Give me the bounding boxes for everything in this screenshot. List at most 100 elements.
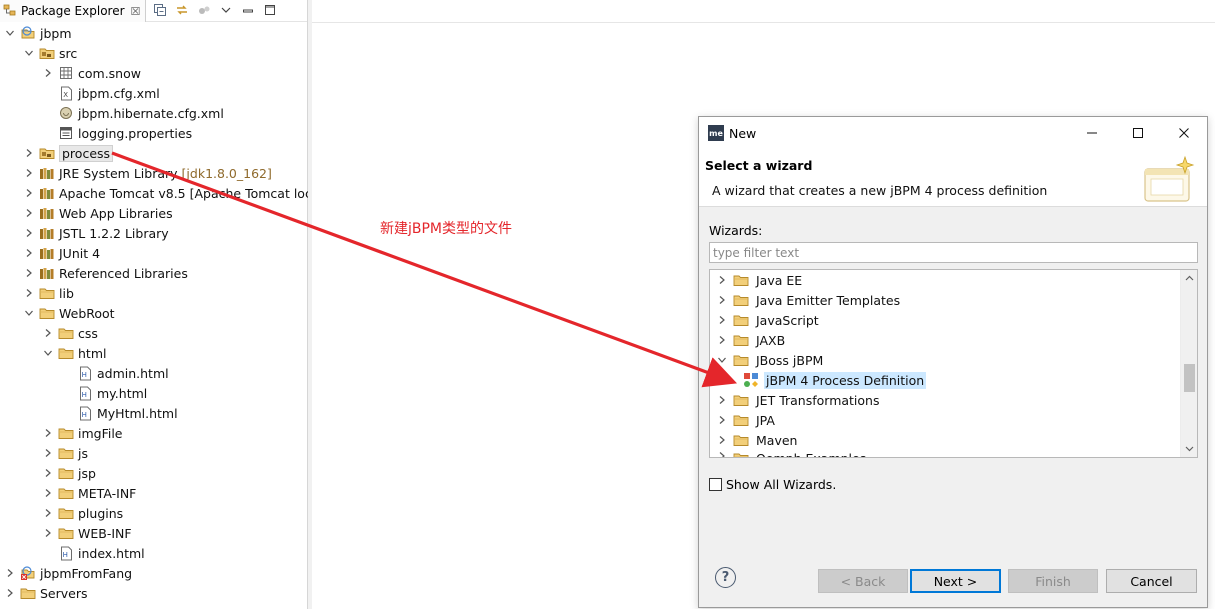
scroll-down-icon[interactable]	[1181, 441, 1197, 457]
tree-item[interactable]: WEB-INF	[0, 523, 308, 543]
chevron-right-icon[interactable]	[4, 587, 16, 599]
chevron-right-icon[interactable]	[42, 327, 54, 339]
chevron-right-icon[interactable]	[42, 447, 54, 459]
minimize-view-icon[interactable]	[240, 2, 256, 18]
folder-icon	[733, 292, 749, 308]
next-button[interactable]: Next >	[910, 569, 1001, 593]
hibernate-file-icon	[58, 105, 74, 121]
cancel-button[interactable]: Cancel	[1106, 569, 1197, 593]
wizard-category[interactable]: Oomph Examples	[710, 450, 1197, 457]
back-button[interactable]: < Back	[818, 569, 908, 593]
chevron-down-icon[interactable]	[23, 47, 35, 59]
chevron-right-icon[interactable]	[716, 434, 728, 446]
package-explorer-tab[interactable]: Package Explorer ☒	[0, 0, 146, 22]
chevron-right-icon[interactable]	[42, 527, 54, 539]
tree-item[interactable]: js	[0, 443, 308, 463]
chevron-right-icon[interactable]	[23, 247, 35, 259]
help-icon[interactable]: ?	[715, 567, 736, 588]
tree-item[interactable]: logging.properties	[0, 123, 308, 143]
tree-item[interactable]: Servers	[0, 583, 308, 603]
tree-item[interactable]: JUnit 4	[0, 243, 308, 263]
chevron-right-icon[interactable]	[42, 67, 54, 79]
chevron-down-icon[interactable]	[4, 27, 16, 39]
tree-item[interactable]: Apache Tomcat v8.5 [Apache Tomcat local	[0, 183, 308, 203]
scroll-thumb[interactable]	[1184, 364, 1195, 392]
tree-item[interactable]: imgFile	[0, 423, 308, 443]
show-all-wizards-checkbox[interactable]	[709, 478, 722, 491]
wizard-category[interactable]: JET Transformations	[710, 390, 1197, 410]
tree-item[interactable]: Hmy.html	[0, 383, 308, 403]
chevron-right-icon[interactable]	[716, 294, 728, 306]
tree-item[interactable]: Web App Libraries	[0, 203, 308, 223]
chevron-right-icon[interactable]	[42, 507, 54, 519]
chevron-right-icon[interactable]	[42, 467, 54, 479]
tree-item[interactable]: css	[0, 323, 308, 343]
chevron-right-icon[interactable]	[23, 287, 35, 299]
tree-item[interactable]: src	[0, 43, 308, 63]
chevron-right-icon[interactable]	[4, 567, 16, 579]
chevron-right-icon[interactable]	[23, 187, 35, 199]
svg-text:X: X	[63, 91, 68, 99]
link-with-editor-icon[interactable]	[174, 2, 190, 18]
wizard-category[interactable]: JBoss jBPM	[710, 350, 1197, 370]
tree-item[interactable]: Hindex.html	[0, 543, 308, 563]
wizard-category[interactable]: JPA	[710, 410, 1197, 430]
chevron-right-icon[interactable]	[23, 227, 35, 239]
tree-item[interactable]: JRE System Library [jdk1.8.0_162]	[0, 163, 308, 183]
chevron-right-icon[interactable]	[716, 334, 728, 346]
tree-item[interactable]: jsp	[0, 463, 308, 483]
chevron-right-icon[interactable]	[42, 487, 54, 499]
chevron-right-icon[interactable]	[23, 167, 35, 179]
wizard-category[interactable]: Maven	[710, 430, 1197, 450]
tree-item-process[interactable]: process	[0, 143, 308, 163]
tree-item[interactable]: Referenced Libraries	[0, 263, 308, 283]
focus-active-task-icon[interactable]	[196, 2, 212, 18]
close-tab-icon[interactable]: ☒	[131, 5, 141, 18]
tree-item[interactable]: plugins	[0, 503, 308, 523]
tree-item[interactable]: html	[0, 343, 308, 363]
collapse-all-icon[interactable]	[152, 2, 168, 18]
chevron-down-icon[interactable]	[23, 307, 35, 319]
xml-file-icon: X	[58, 85, 74, 101]
chevron-right-icon[interactable]	[42, 427, 54, 439]
tree-item[interactable]: JSTL 1.2.2 Library	[0, 223, 308, 243]
tree-item[interactable]: H MyHtml.html	[0, 403, 308, 423]
tree-item[interactable]: jbpmFromFang	[0, 563, 308, 583]
tree-item[interactable]: com.snow	[0, 63, 308, 83]
chevron-down-icon[interactable]	[716, 354, 728, 366]
chevron-right-icon[interactable]	[716, 274, 728, 286]
wizard-category[interactable]: Java Emitter Templates	[710, 290, 1197, 310]
view-menu-icon[interactable]	[218, 2, 234, 18]
maximize-button[interactable]	[1115, 117, 1161, 149]
wizard-category[interactable]: Java EE	[710, 270, 1197, 290]
chevron-right-icon[interactable]	[23, 267, 35, 279]
chevron-right-icon[interactable]	[23, 207, 35, 219]
wizard-category[interactable]: JavaScript	[710, 310, 1197, 330]
wizard-filter-input[interactable]	[709, 242, 1198, 263]
tree-item[interactable]: Xjbpm.cfg.xml	[0, 83, 308, 103]
dialog-titlebar[interactable]: me New	[699, 117, 1207, 149]
tree-item[interactable]: Hadmin.html	[0, 363, 308, 383]
wizard-category[interactable]: JAXB	[710, 330, 1197, 350]
chevron-right-icon[interactable]	[716, 394, 728, 406]
show-all-wizards-option[interactable]: Show All Wizards.	[709, 477, 836, 492]
chevron-right-icon[interactable]	[23, 147, 35, 159]
wizard-tree-scrollbar[interactable]	[1180, 270, 1197, 457]
finish-button[interactable]: Finish	[1008, 569, 1098, 593]
tree-item[interactable]: WebRoot	[0, 303, 308, 323]
tree-item[interactable]: jbpm.hibernate.cfg.xml	[0, 103, 308, 123]
tree-item[interactable]: lib	[0, 283, 308, 303]
package-icon	[58, 65, 74, 81]
minimize-button[interactable]	[1069, 117, 1115, 149]
tree-item[interactable]: META-INF	[0, 483, 308, 503]
chevron-right-icon[interactable]	[716, 450, 728, 457]
chevron-right-icon[interactable]	[716, 414, 728, 426]
scroll-up-icon[interactable]	[1181, 270, 1197, 286]
wizard-item-jbpm-process-definition[interactable]: jBPM 4 Process Definition	[710, 370, 1197, 390]
close-button[interactable]	[1161, 117, 1207, 149]
chevron-right-icon[interactable]	[716, 314, 728, 326]
tree-item[interactable]: jbpm	[0, 23, 308, 43]
wizard-tree[interactable]: Java EE Java Emitter Templates JavaScrip…	[709, 269, 1198, 458]
chevron-down-icon[interactable]	[42, 347, 54, 359]
maximize-view-icon[interactable]	[262, 2, 278, 18]
